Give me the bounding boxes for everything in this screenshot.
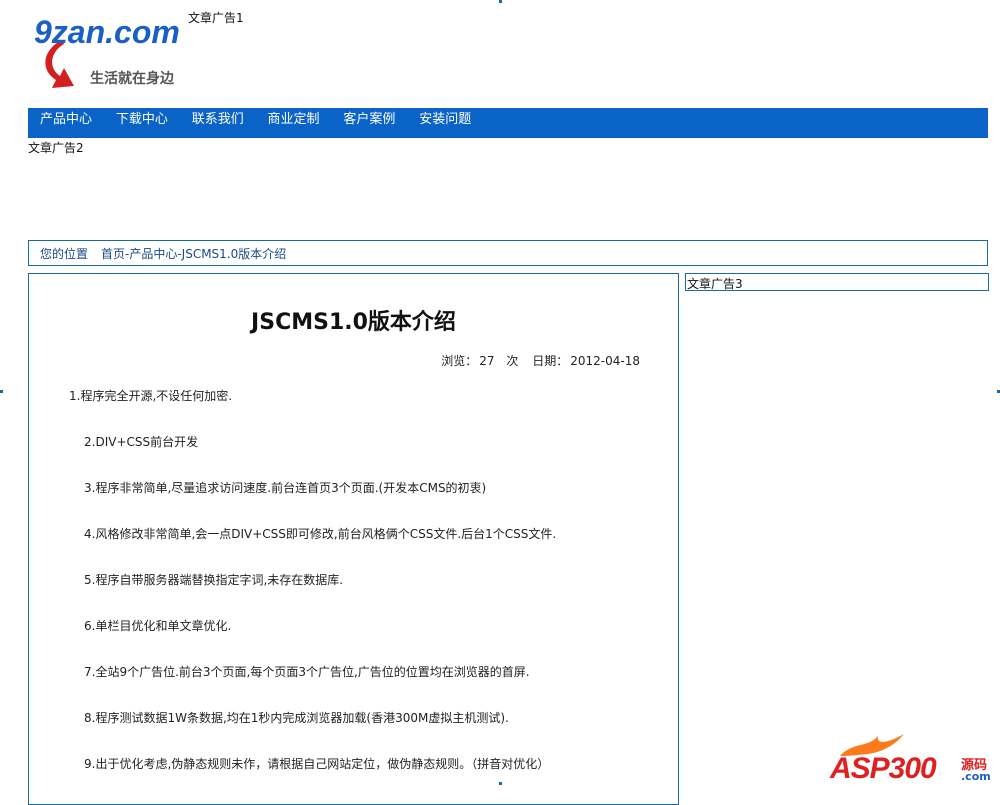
- breadcrumb: 您的位置 首页-产品中心-JSCMS1.0版本介绍: [28, 240, 988, 266]
- breadcrumb-path[interactable]: 首页-产品中心-JSCMS1.0版本介绍: [101, 245, 286, 262]
- article-paragraph: 7.全站9个广告位.前台3个页面,每个页面3个广告位,广告位的位置均在浏览器的首…: [84, 665, 530, 679]
- logo-slogan: 生活就在身边: [90, 71, 174, 87]
- nav-item-downloads[interactable]: 下载中心: [116, 108, 168, 132]
- main-nav: 产品中心 下载中心 联系我们 商业定制 客户案例 安装问题: [28, 108, 988, 138]
- ad-slot-3[interactable]: 文章广告3: [687, 275, 743, 292]
- frame-marker: [499, 0, 502, 3]
- views-label: 浏览：: [441, 354, 478, 368]
- frame-marker: [0, 390, 3, 393]
- views-unit: 次: [506, 354, 519, 368]
- article-paragraph: 5.程序自带服务器端替换指定字词,未存在数据库.: [84, 573, 344, 587]
- nav-item-contact[interactable]: 联系我们: [192, 108, 244, 132]
- nav-item-install-faq[interactable]: 安装问题: [419, 108, 471, 132]
- ad-slot-1[interactable]: 文章广告1: [188, 9, 244, 26]
- asp300-watermark: ASP300 源码 .com: [828, 730, 993, 785]
- breadcrumb-label: 您的位置: [40, 247, 89, 261]
- article-paragraph: 6.单栏目优化和单文章优化.: [84, 619, 232, 633]
- logo-site-name: 9zan.com: [34, 14, 180, 50]
- article-paragraph: 1.程序完全开源,不设任何加密.: [69, 389, 233, 403]
- article-paragraph: 8.程序测试数据1W条数据,均在1秒内完成浏览器加载(香港300M虚拟主机测试)…: [84, 711, 509, 725]
- article-paragraph: 3.程序非常简单,尽量追求访问速度.前台连首页3个页面.(开发本CMS的初衷): [84, 481, 487, 495]
- article-panel: JSCMS1.0版本介绍 浏览： 27 次 日期： 2012-04-18 1.程序完…: [28, 273, 679, 805]
- nav-item-products[interactable]: 产品中心: [40, 108, 92, 132]
- date-label: 日期：: [532, 354, 569, 368]
- article-title: JSCMS1.0版本介绍: [251, 310, 456, 335]
- article-paragraph: 2.DIV+CSS前台开发: [84, 435, 199, 449]
- site-logo[interactable]: 9zan.com 生活就在身边: [34, 14, 194, 96]
- watermark-domain: .com: [961, 770, 991, 783]
- views-count: 27: [479, 354, 495, 368]
- nav-item-cases[interactable]: 客户案例: [343, 108, 395, 132]
- ad-slot-2[interactable]: 文章广告2: [28, 139, 84, 156]
- watermark-brand: ASP300: [830, 752, 937, 785]
- article-date: 2012-04-18: [570, 354, 640, 368]
- sidebar-ad-box: 文章广告3: [685, 273, 989, 291]
- article-paragraph: 4.风格修改非常简单,会一点DIV+CSS即可修改,前台风格俩个CSS文件.后台…: [84, 527, 557, 541]
- article-paragraph: 9.出于优化考虑,伪静态规则未作，请根据自己网站定位，做伪静态规则。（拼音对优化…: [84, 757, 550, 771]
- nav-item-custom[interactable]: 商业定制: [268, 108, 320, 132]
- article-meta: 浏览： 27 次 日期： 2012-04-18: [439, 352, 640, 369]
